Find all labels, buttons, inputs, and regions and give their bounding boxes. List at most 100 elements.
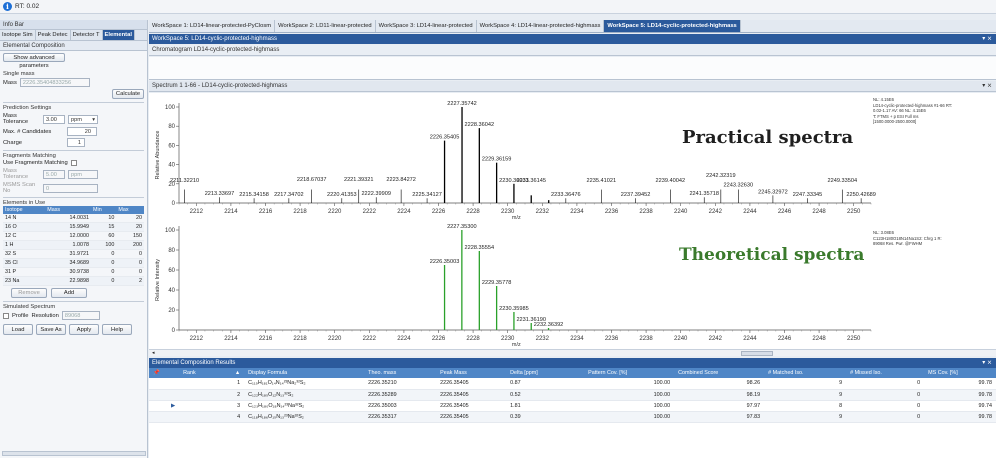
tab-peak-detection[interactable]: Peak Detec: [36, 30, 71, 40]
x-tick-label: 2232: [536, 336, 550, 342]
x-tick-label: 2244: [743, 209, 757, 215]
spectrum-chart-area[interactable]: 0 20 40 60 80 100 2212 2214 2216 2218 2220 2222 2224…: [149, 93, 996, 349]
show-advanced-button[interactable]: Show advanced parameters: [3, 53, 65, 69]
peak-label: 2226.35405: [430, 135, 460, 141]
y-tick-label: 0: [172, 328, 176, 334]
peak-label: 2211.32210: [170, 178, 199, 184]
col-max[interactable]: Max: [116, 206, 144, 214]
col-pattern-cov[interactable]: Pattern Cov. [%]: [584, 368, 675, 378]
peak-label: 2239.40042: [656, 178, 686, 184]
y-tick-label: 60: [168, 268, 175, 274]
load-button[interactable]: Load: [3, 324, 33, 335]
x-tick-label: 2218: [293, 336, 307, 342]
save-as-button[interactable]: Save As: [36, 324, 66, 335]
resolution-input[interactable]: 89068: [61, 311, 100, 320]
msms-scan-input[interactable]: 0: [43, 183, 98, 193]
tab-workspace-1[interactable]: WorkSpace 1: LD14-linear-protected-PyClo…: [149, 20, 276, 32]
max-candidates-stepper[interactable]: 20: [67, 127, 97, 136]
scroll-thumb[interactable]: [741, 351, 773, 356]
use-fragments-label: Use Fragments Matching: [3, 160, 68, 166]
col-mass[interactable]: Mass: [45, 206, 92, 214]
table-row[interactable]: 35 Cl 34.9689 0 0: [3, 258, 144, 268]
tab-detector[interactable]: Detector T: [71, 30, 103, 40]
col-missed-iso[interactable]: # Missed Iso.: [846, 368, 925, 378]
sort-ascending-icon: ▲: [234, 370, 241, 376]
apply-button[interactable]: Apply: [69, 324, 99, 335]
col-display-formula[interactable]: Display Formula: [244, 368, 365, 378]
y-tick-label: 40: [168, 288, 175, 294]
fragment-tolerance-unit-select[interactable]: ppm: [68, 169, 98, 179]
tab-workspace-3[interactable]: WorkSpace 3: LD14-linear-protected: [376, 20, 477, 32]
resolution-label: Resolution: [31, 312, 59, 319]
spectrum-horizontal-scrollbar[interactable]: ◂: [149, 349, 996, 356]
mass-label: Mass: [3, 79, 17, 86]
col-matched-iso[interactable]: # Matched Iso.: [764, 368, 847, 378]
x-tick-label: 2246: [778, 209, 792, 215]
peak-label: 2237.39452: [621, 192, 651, 198]
col-combined-score[interactable]: Combined Score: [674, 368, 765, 378]
help-button[interactable]: Help: [102, 324, 132, 335]
y-tick-label: 100: [165, 105, 176, 111]
profile-checkbox[interactable]: [3, 312, 9, 319]
peak-label: 2215.34158: [239, 192, 269, 198]
table-row[interactable]: 2 C₁₂₂H₁₈₅O₁₂N₁₃³²S₂ 2226.35289 2226.35405 0…: [149, 389, 996, 401]
info-line: [1500.0000-2500.0000]: [873, 119, 917, 124]
col-min[interactable]: Min: [91, 206, 117, 214]
col-ms-cov[interactable]: MS Cov. [%]: [924, 368, 996, 378]
peak-label: 2245.32972: [758, 189, 788, 195]
col-isotope[interactable]: Isotope: [3, 206, 46, 214]
col-delta-ppm[interactable]: Delta [ppm]: [506, 368, 585, 378]
tab-workspace-5[interactable]: WorkSpace 5: LD14-cyclic-protected-highm…: [604, 20, 741, 32]
table-row[interactable]: 12 C 12.0000 60 150: [3, 231, 144, 241]
pane-menu-icon[interactable]: ▾ ⨯: [982, 81, 992, 92]
x-tick-label: 2240: [674, 336, 688, 342]
tab-elemental[interactable]: Elemental: [102, 30, 135, 40]
pin-icon[interactable]: 📌: [153, 370, 160, 376]
col-theo-mass[interactable]: Theo. mass: [364, 368, 437, 378]
msms-scan-label: MSMS Scan No: [3, 182, 36, 194]
mass-tolerance-unit-select[interactable]: ppm ▾: [68, 114, 98, 124]
y-tick-label: 80: [168, 248, 175, 254]
table-row[interactable]: 31 P 30.9738 0 0: [3, 267, 144, 277]
scroll-left-icon[interactable]: ◂: [152, 350, 155, 356]
top-status-bar: i RT: 0.02: [0, 0, 996, 14]
mass-tolerance-input[interactable]: 3.00: [43, 114, 65, 124]
charge-stepper[interactable]: 1: [67, 138, 85, 147]
peak-label: 2229.36159: [482, 157, 512, 163]
tab-workspace-2[interactable]: WorkSpace 2: LD11-linear-protected: [275, 20, 376, 32]
table-row[interactable]: 23 Na 22.9898 0 2: [3, 276, 144, 286]
pane-menu-icon[interactable]: ▾ ⨯: [982, 358, 992, 368]
table-row[interactable]: 1 H 1.0078 100 200: [3, 240, 144, 250]
peak-label: 2217.34702: [274, 192, 304, 198]
calculate-button[interactable]: Calculate: [112, 89, 144, 99]
peak-label: 2225.34127: [412, 192, 442, 198]
table-row[interactable]: 16 O 15.9949 15 20: [3, 222, 144, 232]
remove-element-button[interactable]: Remove: [11, 288, 47, 298]
table-row[interactable]: 32 S 31.9721 0 0: [3, 249, 144, 259]
peak-label: 2249.33504: [828, 178, 858, 184]
tab-workspace-4[interactable]: WorkSpace 4: LD14-linear-protected-highm…: [477, 20, 605, 32]
x-tick-label: 2228: [466, 336, 480, 342]
pane-menu-icon[interactable]: ▾ ⨯: [982, 34, 992, 44]
x-tick-label: 2236: [605, 336, 619, 342]
col-pin[interactable]: 📌: [149, 368, 180, 378]
table-row[interactable]: 4 C₁₁₈H₁₈₆O₁₅N₁₃²³Na³²S₂ 2226.35317 2226.35…: [149, 411, 996, 423]
left-horizontal-scrollbar[interactable]: [2, 451, 146, 456]
peak-label: 2231.36145: [516, 178, 546, 184]
x-tick-label: 2250: [847, 336, 861, 342]
spectrum-chart: 0 20 40 60 80 100 2212 2214 2216 2218 2220 2222 2224…: [155, 101, 876, 348]
peak-label: 2220.41353: [327, 192, 357, 198]
tab-isotope-sim[interactable]: Isotope Sim: [0, 30, 36, 40]
peak-label: 2227.35300: [447, 224, 477, 230]
workspace-title-bar: WorkSpace 5: LD14-cyclic-protected-highm…: [149, 34, 996, 44]
mass-input[interactable]: 2226.35404833256: [19, 78, 90, 87]
col-peak-mass[interactable]: Peak Mass: [436, 368, 507, 378]
x-tick-label: 2232: [536, 209, 550, 215]
table-row[interactable]: 14 N 14.0031 10 20: [3, 214, 144, 223]
table-row[interactable]: 1 C₁₁₉H₁₈₁O₁₄N₁₄²³Na₂³²S₂ 2226.35210 2226.3…: [149, 378, 996, 390]
add-element-button[interactable]: Add: [51, 288, 87, 298]
table-row[interactable]: ▶ 3 C₁₂₃H₁₈₀O₁₈N₁₄²³Na³²S₂ 2226.35003 2226.3…: [149, 400, 996, 412]
fragment-tolerance-input[interactable]: 5.00: [43, 169, 65, 179]
col-rank[interactable]: Rank ▲: [179, 368, 245, 378]
use-fragments-checkbox[interactable]: [70, 160, 77, 166]
